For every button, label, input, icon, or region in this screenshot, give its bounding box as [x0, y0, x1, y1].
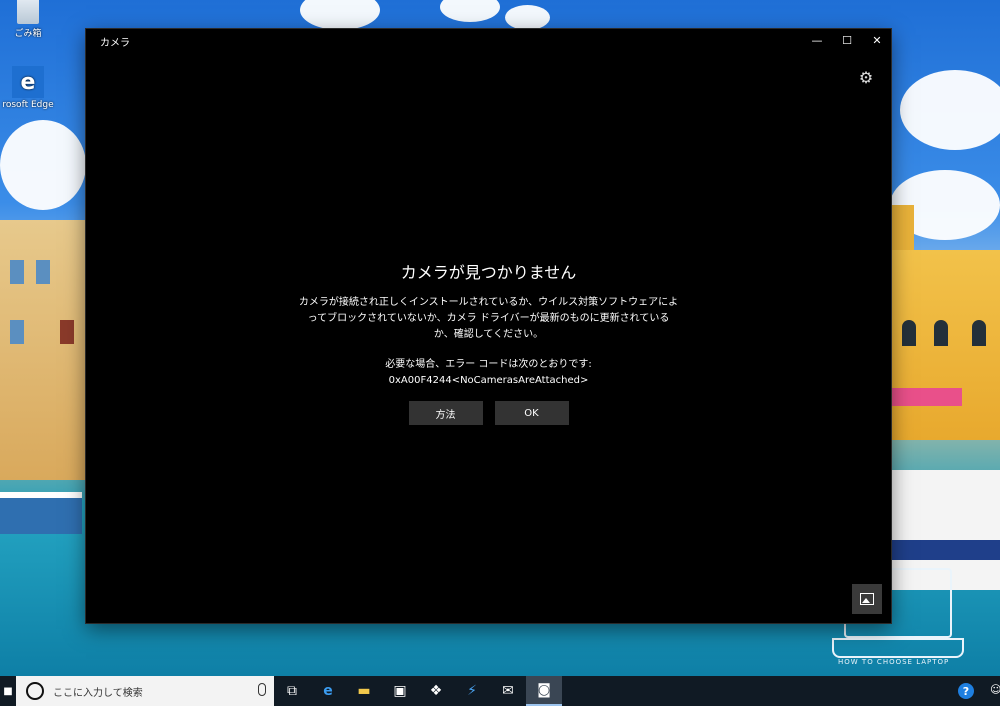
maximize-button[interactable]: ☐ [832, 29, 862, 51]
building-left [0, 220, 86, 480]
search-placeholder: ここに入力して検索 [53, 687, 143, 699]
close-button[interactable]: ✕ [862, 29, 892, 51]
camera-taskbar-icon[interactable]: ◙ [526, 676, 562, 706]
mail-icon[interactable]: ✉ [490, 676, 526, 706]
edge-taskbar-icon[interactable]: e [310, 676, 346, 706]
error-panel: カメラが見つかりません カメラが接続され正しくインストールされているか、ウイルス… [86, 259, 891, 425]
edge-shortcut[interactable]: e rosoft Edge [0, 66, 56, 110]
cloud [300, 0, 380, 30]
error-code: 0xA00F4244<NoCamerasAreAttached> [388, 375, 589, 386]
cloud [0, 120, 86, 210]
error-message: カメラが接続され正しくインストールされているか、ウイルス対策ソフトウェアによって… [298, 297, 679, 340]
recycle-bin-shortcut[interactable]: ごみ箱 [0, 0, 56, 39]
error-code-intro: 必要な場合、エラー コードは次のとおりです: [385, 359, 592, 370]
cloud [900, 70, 1000, 150]
edge-icon: e [12, 66, 44, 98]
settings-gear-icon[interactable]: ⚙ [856, 67, 876, 87]
minimize-button[interactable]: — [802, 29, 832, 51]
building-right [892, 250, 1000, 440]
wallpaper-caption: HOW TO CHOOSE LAPTOP [838, 658, 950, 666]
edge-label: rosoft Edge [2, 100, 54, 110]
store-icon[interactable]: ▣ [382, 676, 418, 706]
title-bar[interactable]: カメラ — ☐ ✕ [86, 29, 891, 53]
file-explorer-icon[interactable]: ▬ [346, 676, 382, 706]
task-view-icon[interactable]: ⧉ [274, 676, 310, 706]
gallery-button[interactable] [852, 584, 882, 614]
microphone-icon[interactable] [258, 683, 266, 696]
start-button[interactable]: ■ [0, 676, 16, 706]
dropbox-icon[interactable]: ❖ [418, 676, 454, 706]
photo-icon [860, 593, 874, 605]
pink-awning [892, 388, 962, 406]
window-title: カメラ [100, 38, 130, 49]
button-row: 方法 OK [86, 401, 891, 425]
tray-people-icon[interactable]: ☺ [990, 683, 1000, 696]
camera-window: カメラ — ☐ ✕ ⚙ カメラが見つかりません カメラが接続され正しくインストー… [86, 29, 891, 623]
recycle-bin-label: ごみ箱 [14, 29, 42, 39]
cloud [505, 5, 550, 30]
error-heading: カメラが見つかりません [400, 263, 577, 282]
taskbar: ■ ここに入力して検索 ⧉ e ▬ ▣ ❖ ⚡ ✉ ◙ [0, 676, 1000, 706]
help-icon[interactable]: ? [958, 683, 974, 699]
cortana-icon[interactable] [26, 682, 44, 700]
app-bolt-icon[interactable]: ⚡ [454, 676, 490, 706]
cloud [440, 0, 500, 22]
search-box[interactable]: ここに入力して検索 [16, 676, 274, 706]
howto-button[interactable]: 方法 [408, 401, 483, 425]
recycle-bin-icon [17, 0, 39, 24]
boat [0, 492, 82, 534]
ok-button[interactable]: OK [494, 401, 569, 425]
